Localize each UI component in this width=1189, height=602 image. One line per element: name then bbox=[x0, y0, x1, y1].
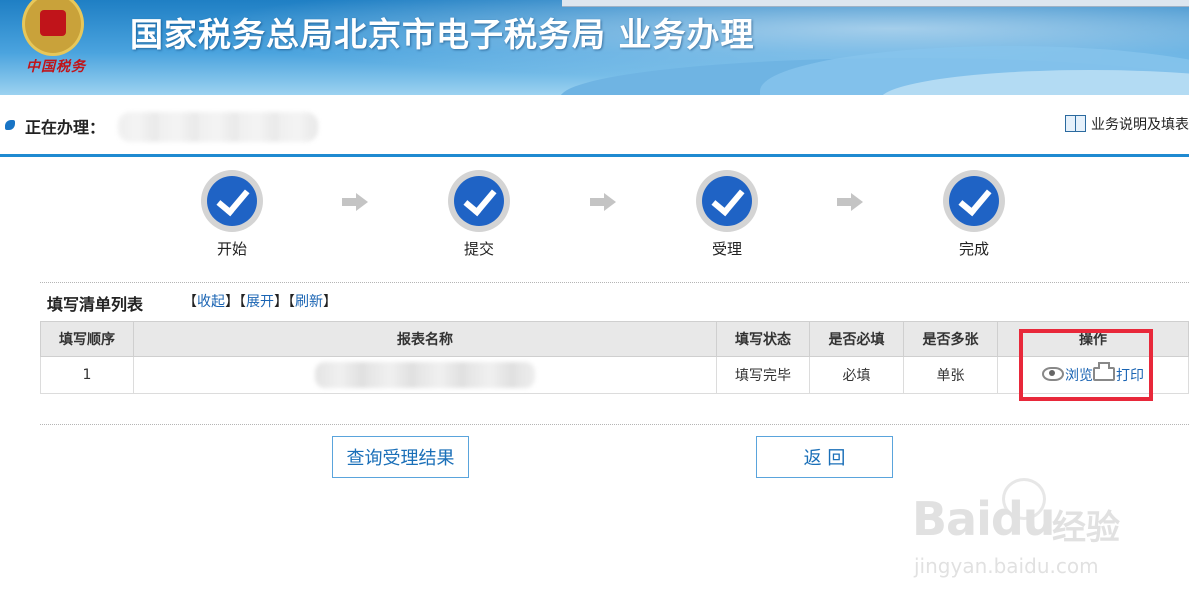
baidu-watermark: Baidu 经验 jingyan.baidu.com bbox=[912, 478, 1142, 578]
watermark-logo: Baidu bbox=[912, 492, 1056, 546]
step-accept: 受理 bbox=[692, 170, 762, 259]
list-actions: 【收起】【展开】【刷新】 bbox=[183, 294, 337, 310]
bullet-icon bbox=[5, 120, 15, 130]
processing-label: 正在办理： bbox=[25, 118, 106, 137]
dotted-divider bbox=[40, 282, 1189, 283]
query-result-button[interactable]: 查询受理结果 bbox=[332, 436, 469, 478]
help-link[interactable]: 业务说明及填表 bbox=[1065, 114, 1189, 134]
step-label: 受理 bbox=[711, 240, 742, 258]
watermark-url: jingyan.baidu.com bbox=[914, 554, 1099, 578]
dotted-divider bbox=[40, 424, 1189, 425]
arrow-right-icon bbox=[590, 193, 616, 211]
column-header: 填写顺序 bbox=[40, 321, 134, 357]
column-header: 报表名称 bbox=[133, 321, 717, 357]
column-header: 填写状态 bbox=[716, 321, 810, 357]
cell-status: 填写完毕 bbox=[716, 356, 810, 394]
checkmark-icon bbox=[696, 170, 758, 232]
checkmark-icon bbox=[448, 170, 510, 232]
refresh-link[interactable]: 刷新 bbox=[295, 294, 323, 310]
step-submit: 提交 bbox=[444, 170, 514, 259]
book-icon bbox=[1065, 115, 1086, 132]
step-complete: 完成 bbox=[939, 170, 1009, 259]
help-link-label: 业务说明及填表 bbox=[1091, 117, 1189, 133]
checkmark-icon bbox=[943, 170, 1005, 232]
cell-report-name bbox=[133, 356, 717, 394]
step-label: 完成 bbox=[958, 240, 989, 258]
cell-required: 必填 bbox=[809, 356, 904, 394]
emblem-caption: 中国税务 bbox=[26, 59, 86, 75]
step-label: 提交 bbox=[463, 240, 494, 258]
column-header: 是否多张 bbox=[903, 321, 998, 357]
highlight-box bbox=[1019, 329, 1153, 401]
step-start: 开始 bbox=[197, 170, 267, 259]
form-list-table: 填写顺序 报表名称 填写状态 是否必填 是否多张 操作 1 填写完毕 必填 单张… bbox=[40, 321, 1189, 394]
redacted-report-name bbox=[315, 362, 535, 388]
collapse-link[interactable]: 收起 bbox=[197, 294, 225, 310]
column-header: 是否必填 bbox=[809, 321, 904, 357]
processing-bar: 正在办理： 业务说明及填表 bbox=[0, 102, 1189, 146]
checkmark-icon bbox=[201, 170, 263, 232]
arrow-right-icon bbox=[837, 193, 863, 211]
arrow-right-icon bbox=[342, 193, 368, 211]
browser-strip bbox=[562, 0, 1189, 7]
cell-multiple: 单张 bbox=[903, 356, 998, 394]
page-title: 国家税务总局北京市电子税务局 业务办理 bbox=[130, 15, 755, 54]
back-button[interactable]: 返 回 bbox=[756, 436, 893, 478]
section-divider bbox=[0, 154, 1189, 157]
expand-link[interactable]: 展开 bbox=[246, 294, 274, 310]
header-banner: 中国税务 国家税务总局北京市电子税务局 业务办理 bbox=[0, 0, 1189, 95]
step-label: 开始 bbox=[216, 240, 247, 258]
table-row: 1 填写完毕 必填 单张 浏览 打印 bbox=[40, 356, 1189, 394]
list-title: 填写清单列表 bbox=[47, 295, 144, 314]
redacted-business-name bbox=[118, 112, 318, 142]
cell-order: 1 bbox=[40, 356, 134, 394]
watermark-logo-cn: 经验 bbox=[1052, 508, 1120, 548]
table-header-row: 填写顺序 报表名称 填写状态 是否必填 是否多张 操作 bbox=[40, 321, 1189, 357]
